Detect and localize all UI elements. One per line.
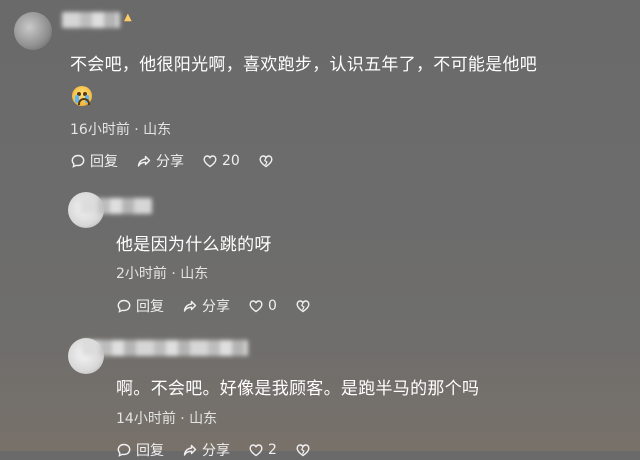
share-button[interactable]: 分享 — [182, 296, 230, 316]
comment-actions: 回复 分享 20 — [70, 151, 274, 171]
share-button[interactable]: 分享 — [136, 151, 184, 171]
reply-button[interactable]: 回复 — [70, 151, 118, 171]
share-button[interactable]: 分享 — [182, 440, 230, 460]
reply-label: 回复 — [90, 154, 118, 170]
heart-icon — [248, 442, 264, 458]
reply-label: 回复 — [136, 443, 164, 459]
share-arrow-icon — [182, 442, 198, 458]
like-button[interactable]: 0 — [248, 298, 277, 314]
comment-actions: 回复 分享 0 — [116, 296, 311, 316]
reply-button[interactable]: 回复 — [116, 440, 164, 460]
user-badge-icon: ▲ — [124, 12, 132, 23]
reply-button[interactable]: 回复 — [116, 296, 164, 316]
comment-actions: 回复 分享 2 — [116, 440, 311, 460]
heart-icon — [248, 298, 264, 314]
comment-timestamp-location: 14小时前 · 山东 — [116, 411, 218, 427]
like-count: 0 — [268, 298, 277, 314]
share-label: 分享 — [202, 299, 230, 315]
username-blurred[interactable] — [80, 198, 152, 214]
comment-item: ▲ 不会吧，他很阳光啊，喜欢跑步，认识五年了，不可能是他吧 16小时前 · 山东… — [0, 0, 640, 180]
reply-label: 回复 — [136, 299, 164, 315]
like-count: 20 — [222, 153, 240, 169]
broken-heart-icon — [295, 442, 311, 458]
broken-heart-icon — [295, 298, 311, 314]
username-blurred[interactable] — [82, 340, 248, 356]
comment-bubble-icon — [116, 298, 132, 314]
reply-item: 他是因为什么跳的呀 2小时前 · 山东 回复 分享 0 — [0, 180, 640, 330]
like-button[interactable]: 20 — [202, 153, 240, 169]
dislike-button[interactable] — [295, 442, 311, 458]
comment-bubble-icon — [116, 442, 132, 458]
comment-text: 不会吧，他很阳光啊，喜欢跑步，认识五年了，不可能是他吧 — [70, 55, 538, 75]
share-label: 分享 — [156, 154, 184, 170]
avatar[interactable] — [14, 12, 52, 50]
share-arrow-icon — [136, 153, 152, 169]
crying-face-icon — [72, 86, 92, 106]
comment-bubble-icon — [70, 153, 86, 169]
username-blurred[interactable] — [62, 12, 120, 28]
share-label: 分享 — [202, 443, 230, 459]
dislike-button[interactable] — [295, 298, 311, 314]
share-arrow-icon — [182, 298, 198, 314]
comment-text: 啊。不会吧。好像是我顾客。是跑半马的那个吗 — [116, 379, 480, 399]
comment-text: 他是因为什么跳的呀 — [116, 235, 272, 255]
comment-timestamp-location: 2小时前 · 山东 — [116, 266, 209, 282]
heart-icon — [202, 153, 218, 169]
like-count: 2 — [268, 442, 277, 458]
reply-item: 啊。不会吧。好像是我顾客。是跑半马的那个吗 14小时前 · 山东 回复 分享 2 — [0, 330, 640, 459]
comment-timestamp-location: 16小时前 · 山东 — [70, 122, 172, 138]
dislike-button[interactable] — [258, 153, 274, 169]
like-button[interactable]: 2 — [248, 442, 277, 458]
broken-heart-icon — [258, 153, 274, 169]
